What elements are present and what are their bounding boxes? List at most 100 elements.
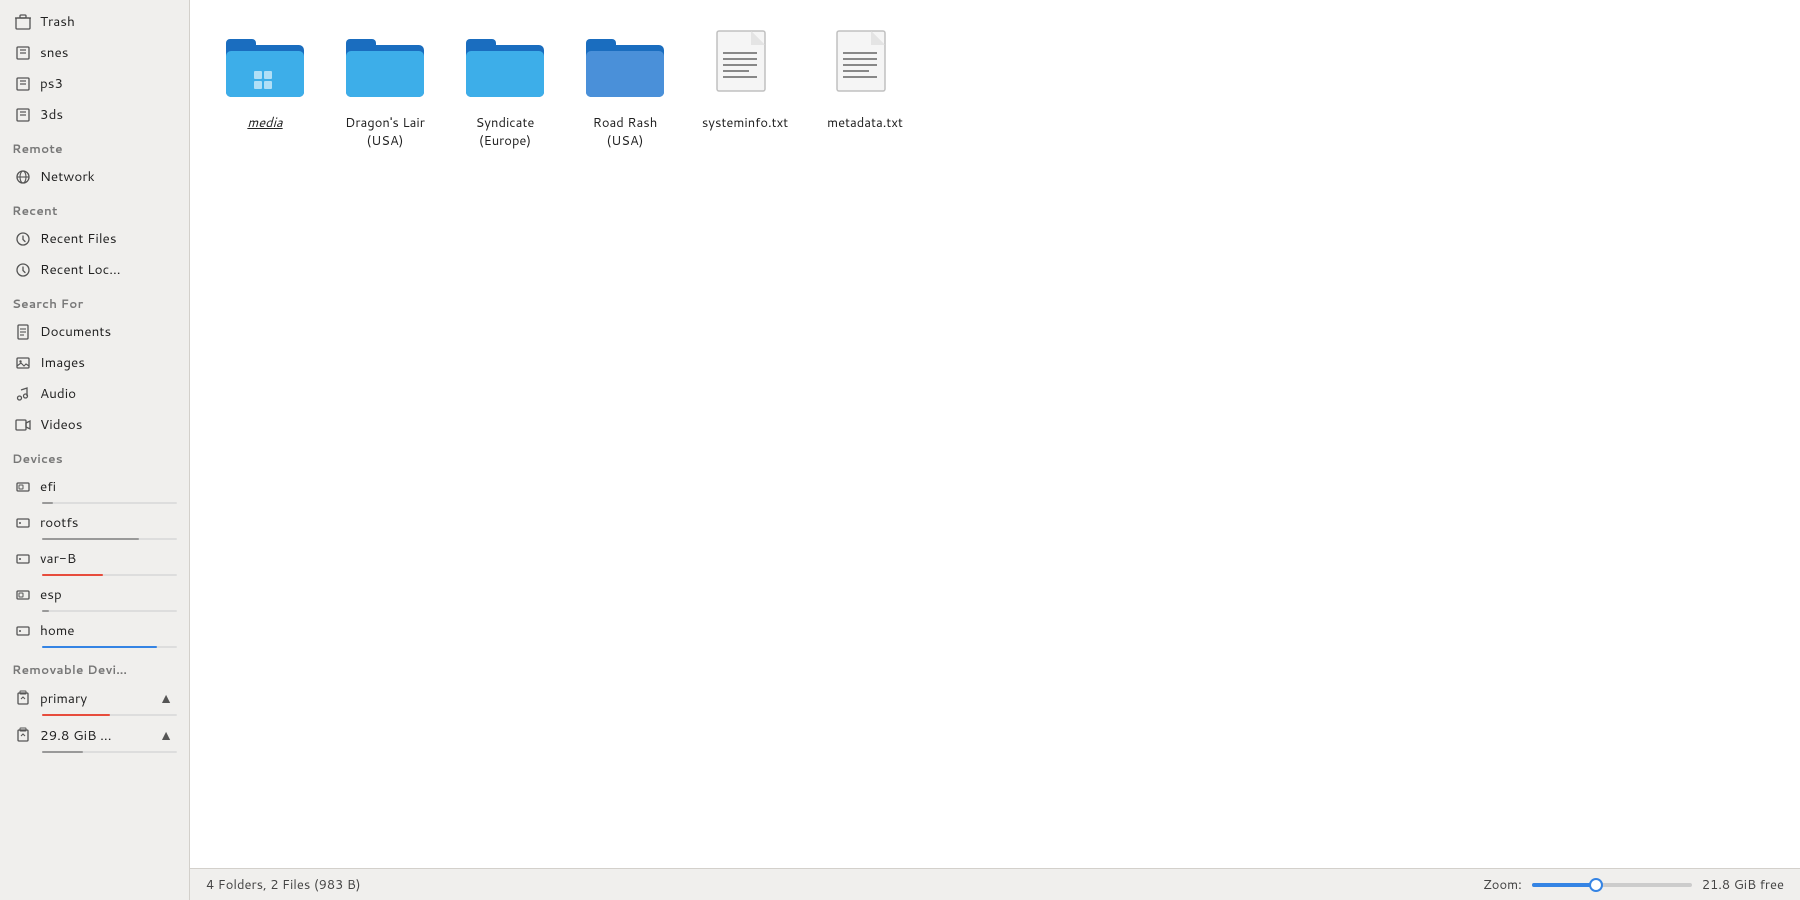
sidebar-item-ps3[interactable]: ps3 <box>4 69 185 98</box>
sidebar-item-recent-locations[interactable]: Recent Loc... <box>4 255 185 284</box>
sidebar: Trash snes ps3 <box>0 0 190 900</box>
home-bar <box>42 646 177 648</box>
sidebar-item-home[interactable]: home <box>4 616 185 650</box>
drive-icon-esp <box>14 586 32 604</box>
file-name-syndicate: Syndicate (Europe) <box>456 114 554 150</box>
recent-locations-icon <box>14 261 32 279</box>
efi-label: efi <box>40 477 56 496</box>
29gb-bar-fill <box>42 751 83 753</box>
varb-label: var-B <box>40 549 76 568</box>
29gb-label: 29.8 GiB ... <box>40 726 111 745</box>
recent-files-icon <box>14 230 32 248</box>
3ds-label: 3ds <box>40 105 63 124</box>
primary-bar <box>42 714 177 716</box>
eject-29gb[interactable]: ▲ <box>159 725 173 745</box>
primary-label: primary <box>40 689 87 708</box>
29gb-bar <box>42 751 177 753</box>
sidebar-item-primary[interactable]: primary ▲ <box>4 683 185 718</box>
images-icon <box>14 354 32 372</box>
sidebar-item-efi[interactable]: efi <box>4 472 185 506</box>
file-name-media: media <box>247 114 282 132</box>
sidebar-item-snes[interactable]: snes <box>4 38 185 67</box>
home-label: home <box>40 621 75 640</box>
textfile-icon-systeminfo <box>705 28 785 108</box>
esp-label: esp <box>40 585 62 604</box>
audio-label: Audio <box>40 384 76 403</box>
file-item-metadata[interactable]: metadata.txt <box>810 20 920 158</box>
zoom-label: Zoom: <box>1483 876 1522 894</box>
main-layout: Trash snes ps3 <box>0 0 1800 900</box>
section-remote: Remote <box>0 130 189 161</box>
section-recent: Recent <box>0 192 189 223</box>
videos-icon <box>14 416 32 434</box>
sidebar-item-3ds[interactable]: 3ds <box>4 100 185 129</box>
sidebar-item-esp[interactable]: esp <box>4 580 185 614</box>
esp-bar-fill <box>42 610 49 612</box>
folder-icon-dragons-lair <box>345 28 425 108</box>
varb-bar-fill <box>42 574 103 576</box>
file-item-dragons-lair[interactable]: Dragon's Lair (USA) <box>330 20 440 158</box>
sidebar-item-audio[interactable]: Audio <box>4 379 185 408</box>
drive-icon-efi <box>14 478 32 496</box>
rootfs-bar <box>42 538 177 540</box>
drive-icon-home <box>14 622 32 640</box>
sidebar-item-documents[interactable]: Documents <box>4 317 185 346</box>
section-removable: Removable Devi... <box>0 651 189 682</box>
folder-icon-syndicate <box>465 28 545 108</box>
free-space: 21.8 GiB free <box>1702 876 1784 894</box>
bookmark-icon <box>14 44 32 62</box>
file-item-systeminfo[interactable]: systeminfo.txt <box>690 20 800 158</box>
section-devices: Devices <box>0 440 189 471</box>
network-icon <box>14 168 32 186</box>
sidebar-item-varb[interactable]: var-B <box>4 544 185 578</box>
content-area: media Dragon's Lair (USA) <box>190 0 1800 900</box>
section-search: Search For <box>0 285 189 316</box>
rootfs-bar-fill <box>42 538 139 540</box>
recent-locations-label: Recent Loc... <box>40 260 120 279</box>
zoom-slider[interactable] <box>1532 883 1692 887</box>
sidebar-item-rootfs[interactable]: rootfs <box>4 508 185 542</box>
file-item-syndicate[interactable]: Syndicate (Europe) <box>450 20 560 158</box>
sidebar-item-videos[interactable]: Videos <box>4 410 185 439</box>
file-name-road-rash: Road Rash (USA) <box>576 114 674 150</box>
bookmark-icon-3ds <box>14 106 32 124</box>
varb-bar <box>42 574 177 576</box>
snes-label: snes <box>40 43 68 62</box>
file-item-media[interactable]: media <box>210 20 320 158</box>
images-label: Images <box>40 353 85 372</box>
primary-bar-fill <box>42 714 110 716</box>
file-grid: media Dragon's Lair (USA) <box>190 0 1800 868</box>
documents-label: Documents <box>40 322 111 341</box>
eject-primary[interactable]: ▲ <box>159 688 173 708</box>
textfile-icon-metadata <box>825 28 905 108</box>
efi-bar-fill <box>42 502 53 504</box>
audio-icon <box>14 385 32 403</box>
zoom-thumb[interactable] <box>1589 878 1603 892</box>
esp-bar <box>42 610 177 612</box>
bookmark-icon-ps3 <box>14 75 32 93</box>
folder-icon-media <box>225 28 305 108</box>
trash-label: Trash <box>40 12 75 31</box>
ps3-label: ps3 <box>40 74 63 93</box>
drive-icon-rootfs <box>14 514 32 532</box>
sidebar-item-recent-files[interactable]: Recent Files <box>4 224 185 253</box>
sidebar-item-trash[interactable]: Trash <box>4 7 185 36</box>
sidebar-item-network[interactable]: Network <box>4 162 185 191</box>
removable-icon-29gb <box>14 726 32 744</box>
file-name-dragons-lair: Dragon's Lair (USA) <box>336 114 434 150</box>
videos-label: Videos <box>40 415 82 434</box>
sidebar-item-29gb[interactable]: 29.8 GiB ... ▲ <box>4 720 185 755</box>
recent-files-label: Recent Files <box>40 229 117 248</box>
status-bar: 4 Folders, 2 Files (983 B) Zoom: 21.8 Gi… <box>190 868 1800 900</box>
documents-icon <box>14 323 32 341</box>
sidebar-item-images[interactable]: Images <box>4 348 185 377</box>
rootfs-label: rootfs <box>40 513 78 532</box>
efi-bar <box>42 502 177 504</box>
zoom-fill <box>1532 883 1596 887</box>
home-bar-fill <box>42 646 157 648</box>
file-item-road-rash[interactable]: Road Rash (USA) <box>570 20 680 158</box>
file-name-metadata: metadata.txt <box>827 114 903 132</box>
file-name-systeminfo: systeminfo.txt <box>702 114 788 132</box>
removable-icon-primary <box>14 689 32 707</box>
status-info: 4 Folders, 2 Files (983 B) <box>206 876 1473 894</box>
